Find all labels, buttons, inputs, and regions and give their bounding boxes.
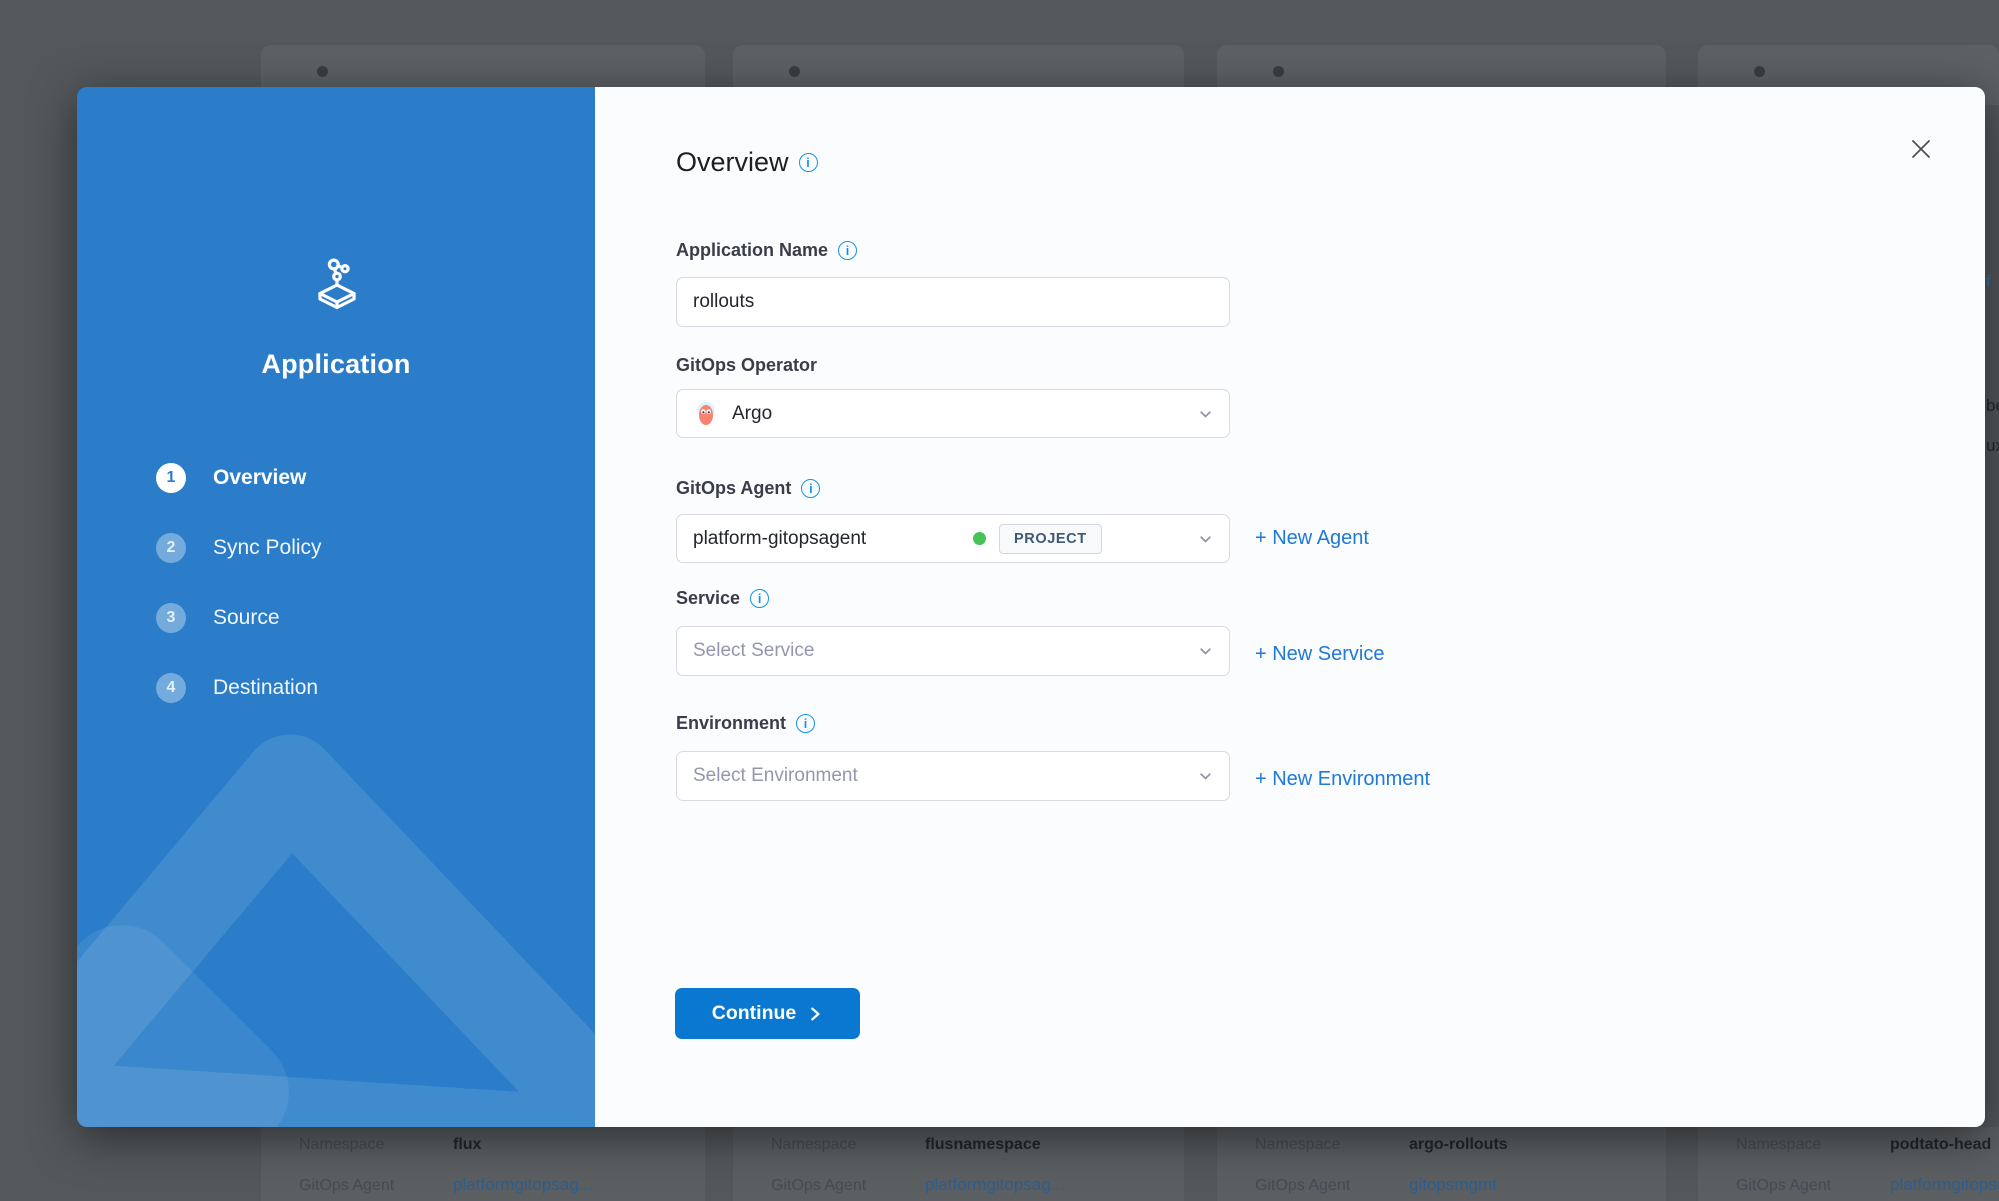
gitops-agent-label: GitOps Agent xyxy=(1736,1177,1890,1195)
environment-select[interactable]: Select Environment xyxy=(676,751,1230,801)
gitops-operator-select[interactable]: Argo xyxy=(676,389,1230,438)
argo-icon xyxy=(693,401,719,427)
step-number: 1 xyxy=(156,463,186,493)
step-label: Sync Policy xyxy=(213,536,322,560)
agent-health-dot-icon xyxy=(973,532,986,545)
info-icon[interactable]: i xyxy=(838,241,857,260)
info-icon[interactable]: i xyxy=(801,479,820,498)
background-card: Namespacepodtato-head GitOps Agentplatfo… xyxy=(1698,1127,1999,1201)
gitops-agent-label: GitOps Agent xyxy=(771,1177,925,1195)
status-dot-icon xyxy=(317,66,328,77)
service-placeholder: Select Service xyxy=(693,640,814,662)
close-icon[interactable] xyxy=(1909,137,1933,161)
new-agent-link[interactable]: + New Agent xyxy=(1255,527,1369,550)
gitops-agent-value: platform-gitopsagent xyxy=(693,528,973,550)
wizard-sidebar: Application 1 Overview 2 Sync Policy 3 S… xyxy=(77,87,595,1127)
edge-text-fragment: be xyxy=(1986,396,1999,416)
edge-text-fragment: f xyxy=(1986,272,1991,292)
info-icon[interactable]: i xyxy=(750,589,769,608)
background-card: Namespaceflux GitOps Agentplatformgitops… xyxy=(261,1127,705,1201)
continue-label: Continue xyxy=(712,1002,796,1025)
new-environment-link[interactable]: + New Environment xyxy=(1255,768,1430,791)
continue-button[interactable]: Continue xyxy=(675,988,860,1039)
gitops-agent-select[interactable]: platform-gitopsagent PROJECT xyxy=(676,514,1230,563)
application-name-input[interactable] xyxy=(676,277,1230,327)
info-icon[interactable]: i xyxy=(796,714,815,733)
step-number: 2 xyxy=(156,533,186,563)
gitops-agent-link: platformgitopsag... xyxy=(925,1175,1065,1194)
namespace-value: flux xyxy=(453,1136,481,1153)
step-destination[interactable]: 4 Destination xyxy=(156,670,318,706)
gitops-agent-label: GitOps Agent xyxy=(676,478,791,499)
namespace-label: Namespace xyxy=(771,1136,925,1154)
step-label: Source xyxy=(213,606,280,630)
chevron-down-icon xyxy=(1198,406,1213,421)
background-card: Namespaceflusnamespace GitOps Agentplatf… xyxy=(733,1127,1184,1201)
wizard-title: Application xyxy=(77,349,595,380)
namespace-label: Namespace xyxy=(1255,1136,1409,1154)
chevron-down-icon xyxy=(1198,644,1213,659)
environment-label: Environment xyxy=(676,713,786,734)
step-label: Destination xyxy=(213,676,318,700)
gitops-agent-link: platformgitopsag... xyxy=(1890,1175,1999,1194)
chevron-down-icon xyxy=(1198,531,1213,546)
chevron-right-icon xyxy=(807,1006,823,1022)
gitops-operator-value: Argo xyxy=(732,403,772,425)
step-number: 4 xyxy=(156,673,186,703)
service-label: Service xyxy=(676,588,740,609)
namespace-value: flusnamespace xyxy=(925,1136,1041,1153)
gitops-operator-label: GitOps Operator xyxy=(676,355,817,376)
namespace-label: Namespace xyxy=(1736,1136,1890,1154)
chevron-down-icon xyxy=(1198,769,1213,784)
harness-watermark-logo xyxy=(77,667,595,1127)
status-dot-icon xyxy=(1754,66,1765,77)
status-dot-icon xyxy=(1273,66,1284,77)
application-name-label: Application Name xyxy=(676,240,828,261)
wizard-content-panel: Overview i Application Name i GitOps Ope… xyxy=(595,87,1985,1127)
page-title: Overview xyxy=(676,147,789,178)
background-card: Namespaceargo-rollouts GitOps Agentgitop… xyxy=(1217,1127,1666,1201)
agent-scope-badge: PROJECT xyxy=(999,524,1102,554)
status-dot-icon xyxy=(789,66,800,77)
namespace-label: Namespace xyxy=(299,1136,453,1154)
namespace-value: argo-rollouts xyxy=(1409,1136,1508,1153)
gitops-agent-link: gitopsmgmt xyxy=(1409,1175,1497,1194)
screen: Namespaceflux GitOps Agentplatformgitops… xyxy=(0,0,1999,1201)
namespace-value: podtato-head xyxy=(1890,1136,1991,1153)
gitops-agent-label: GitOps Agent xyxy=(299,1177,453,1195)
step-label: Overview xyxy=(213,466,306,490)
application-wizard-modal: Application 1 Overview 2 Sync Policy 3 S… xyxy=(77,87,1985,1127)
service-select[interactable]: Select Service xyxy=(676,626,1230,676)
info-icon[interactable]: i xyxy=(799,153,818,172)
step-sync-policy[interactable]: 2 Sync Policy xyxy=(156,530,322,566)
step-source[interactable]: 3 Source xyxy=(156,600,280,636)
gitops-agent-link: platformgitopsag... xyxy=(453,1175,593,1194)
step-overview[interactable]: 1 Overview xyxy=(156,460,306,496)
step-number: 3 xyxy=(156,603,186,633)
environment-placeholder: Select Environment xyxy=(693,765,858,787)
new-service-link[interactable]: + New Service xyxy=(1255,643,1385,666)
gitops-agent-label: GitOps Agent xyxy=(1255,1177,1409,1195)
edge-text-fragment: ux xyxy=(1986,436,1999,456)
gitops-application-icon xyxy=(308,255,366,313)
